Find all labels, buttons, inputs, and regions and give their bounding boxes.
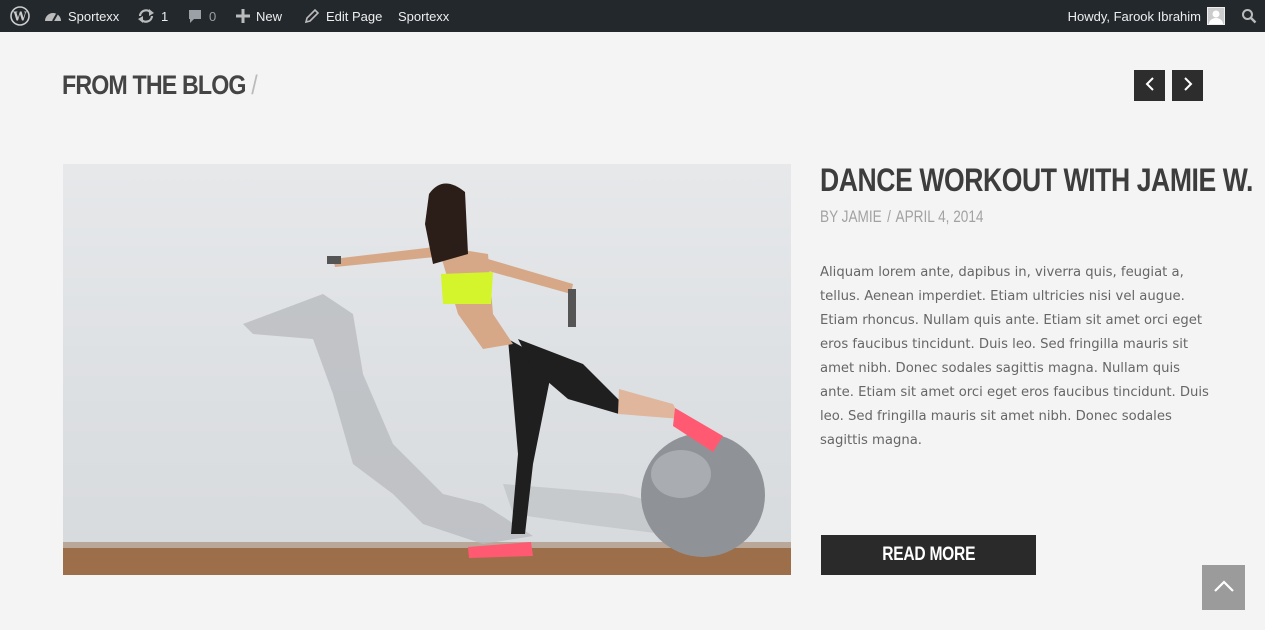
comment-icon — [187, 8, 203, 24]
comments-count: 0 — [209, 8, 217, 24]
read-more-label: READ MORE — [881, 544, 975, 565]
post-meta-separator: / — [887, 207, 891, 226]
updates-count: 1 — [161, 8, 169, 24]
wordpress-icon: W — [10, 6, 30, 26]
scroll-to-top-button[interactable] — [1202, 565, 1245, 610]
theme-label: Sportexx — [398, 8, 450, 24]
svg-text:W: W — [12, 10, 27, 24]
new-label: New — [256, 8, 283, 24]
search-link[interactable] — [1241, 0, 1257, 32]
greeting-label: Howdy, Farook Ibrahim — [1067, 8, 1201, 24]
dashboard-icon — [44, 8, 62, 24]
section-title-slash: / — [251, 70, 257, 100]
post-meta: BY JAMIE / APRIL 4, 2014 — [820, 207, 984, 227]
theme-link[interactable]: Sportexx — [398, 0, 449, 32]
updates-link[interactable]: 1 — [137, 0, 168, 32]
carousel-prev-button[interactable] — [1134, 70, 1165, 101]
post-excerpt: Aliquam lorem ante, dapibus in, viverra … — [820, 265, 1209, 448]
site-name-label: Sportexx — [68, 8, 120, 24]
site-name-link[interactable]: Sportexx — [44, 0, 119, 32]
pencil-icon — [304, 8, 320, 24]
read-more-button[interactable]: READ MORE — [821, 535, 1036, 575]
section-title: FROM THE BLOG / — [62, 70, 258, 101]
refresh-icon — [137, 8, 155, 24]
chevron-left-icon — [1144, 76, 1156, 96]
post-title[interactable]: DANCE WORKOUT WITH JAMIE W. — [820, 162, 1253, 199]
wordpress-menu[interactable]: W — [10, 0, 30, 32]
chevron-right-icon — [1182, 76, 1194, 96]
new-content-link[interactable]: New — [236, 0, 282, 32]
section-title-text: FROM THE BLOG — [62, 70, 246, 100]
my-account[interactable]: Howdy, Farook Ibrahim — [1068, 0, 1225, 32]
post-featured-image[interactable] — [63, 164, 791, 575]
comments-link[interactable]: 0 — [187, 0, 216, 32]
post-author[interactable]: BY JAMIE — [820, 207, 882, 226]
workout-illustration — [63, 183, 791, 575]
avatar — [1207, 7, 1225, 25]
edit-page-link[interactable]: Edit Page — [304, 0, 382, 32]
carousel-next-button[interactable] — [1172, 70, 1203, 101]
plus-icon — [236, 9, 250, 23]
edit-page-label: Edit Page — [326, 8, 383, 24]
chevron-up-icon — [1213, 578, 1235, 597]
admin-bar: W Sportexx 1 0 New Edit Page Sportexx Ho — [0, 0, 1265, 32]
post-date: APRIL 4, 2014 — [895, 207, 984, 226]
search-icon — [1241, 8, 1257, 24]
